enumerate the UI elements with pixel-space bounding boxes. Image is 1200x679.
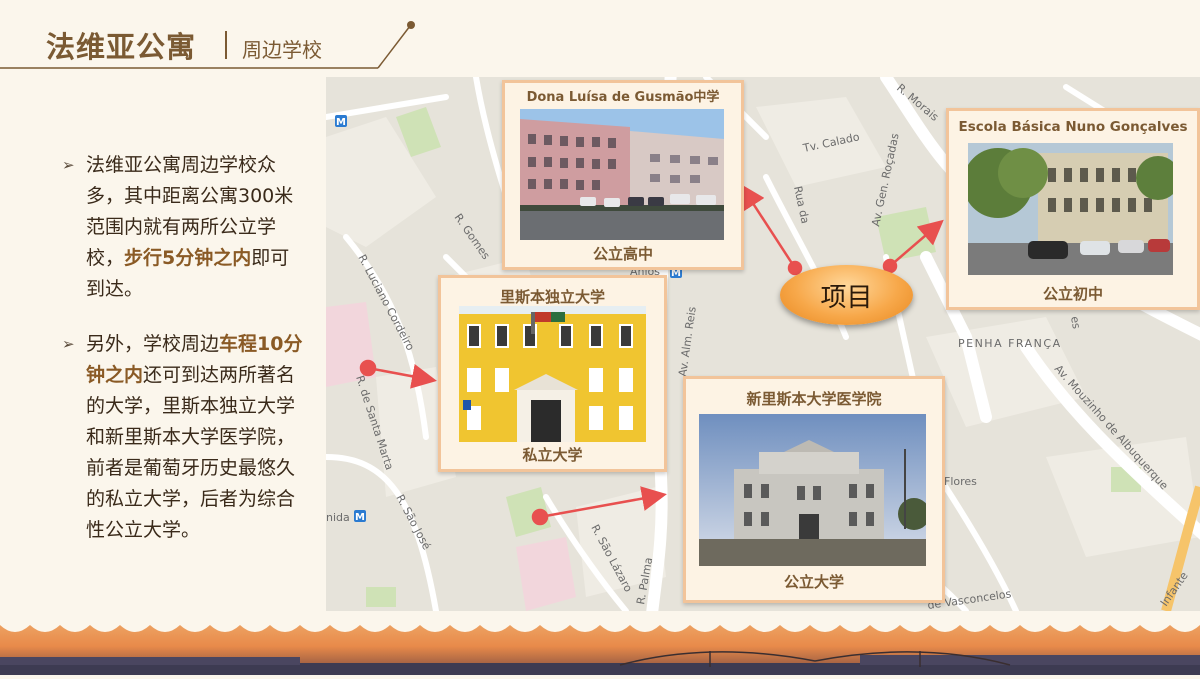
footer-banner [0, 611, 1200, 675]
street-label: Flores [944, 475, 977, 488]
bullet-arrow-icon: ➢ [62, 156, 75, 174]
card-middle-school: Escola Básica Nuno Gonçalves 公立初中 [946, 108, 1200, 310]
street-label: R. de Santa Marta [353, 374, 396, 472]
slide-header: 法维亚公寓 周边学校 [0, 0, 1200, 75]
card-title: 新里斯本大学医学院 [746, 390, 882, 408]
bullet-text: 另外，学校周边 [86, 333, 220, 355]
title-divider [225, 31, 227, 59]
street-label: Tv. Calado [801, 130, 861, 155]
street-label: nida [326, 511, 350, 524]
street-label: R. São Lázaro [588, 522, 635, 594]
card-title: Dona Luísa de Gusmão中学 [526, 90, 720, 105]
bullet-highlight: 步行5分钟之内 [124, 247, 252, 269]
street-label: R. Morais [894, 81, 941, 124]
bullet-item: ➢ 法维亚公寓周边学校众多，其中距离公寓300米范围内就有两所公立学校，步行5分… [62, 150, 307, 305]
page-title: 法维亚公寓 [46, 30, 197, 64]
university-photo [459, 306, 646, 442]
street-label: Infante [1158, 569, 1191, 608]
card-caption: 公立初中 [1042, 285, 1103, 303]
bullet-arrow-icon: ➢ [62, 335, 75, 353]
card-caption: 公立大学 [783, 573, 844, 591]
bullet-list: ➢ 法维亚公寓周边学校众多，其中距离公寓300米范围内就有两所公立学校，步行5分… [62, 150, 307, 570]
street-label: R. Luciano Cordeiro [355, 252, 417, 353]
street-label: Rua da [791, 185, 812, 225]
street-label: Av. Mouzinho de Albuquerque [1052, 362, 1171, 492]
project-marker: 项目 [780, 265, 913, 325]
street-label: es [1068, 315, 1083, 330]
card-high-school: Dona Luísa de Gusmão中学 公立高中 [502, 80, 744, 270]
page-subtitle: 周边学校 [242, 38, 322, 62]
street-label: R. Gomes [452, 211, 493, 262]
bullet-text: 还可到达两所著名的大学，里斯本独立大学和新里斯本大学医学院，前者是葡萄牙历史最悠… [86, 364, 296, 541]
street-label: R. Palma [634, 556, 655, 605]
footer-scenery [0, 611, 1200, 675]
card-title: Escola Básica Nuno Gonçalves [958, 119, 1188, 135]
card-caption: 私立大学 [522, 446, 583, 464]
card-title: 里斯本独立大学 [499, 288, 605, 306]
school-photo [968, 143, 1173, 275]
card-private-univ: 里斯本独立大学 私立大学 [438, 275, 667, 472]
card-public-univ: 新里斯本大学医学院 公立大学 [683, 376, 945, 603]
street-label: R. São José [393, 492, 433, 552]
school-photo [520, 109, 724, 240]
street-label: Av. Gen. Roçadas [869, 132, 902, 228]
street-label: Av. Alm. Reis [676, 306, 699, 378]
university-photo [699, 414, 926, 566]
card-caption: 公立高中 [592, 245, 653, 263]
street-label: PENHA FRANÇA [958, 337, 1062, 350]
bullet-item: ➢ 另外，学校周边车程10分钟之内还可到达两所著名的大学，里斯本独立大学和新里斯… [62, 329, 307, 546]
